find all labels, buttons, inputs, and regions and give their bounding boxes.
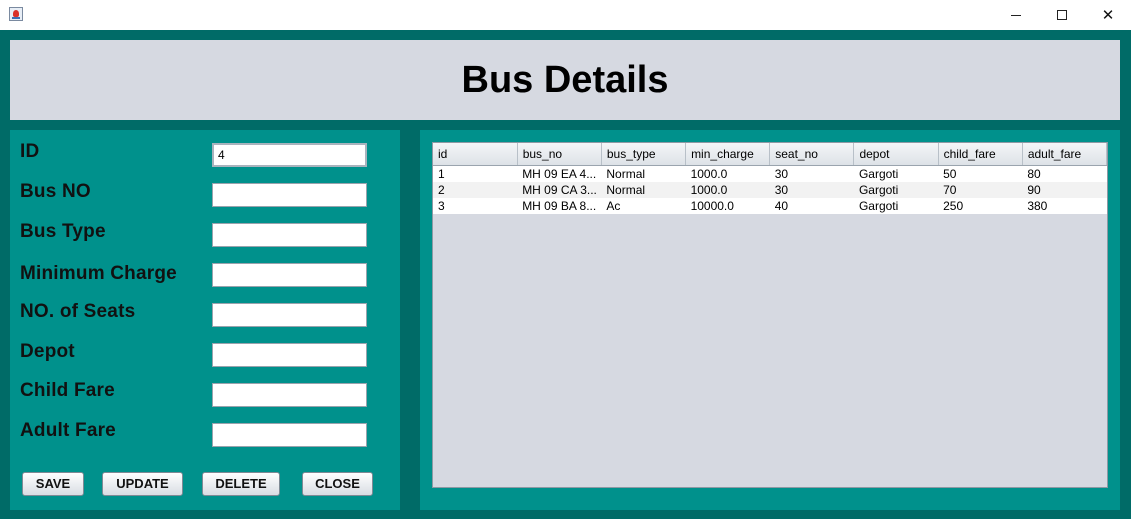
table-cell: 70: [938, 181, 1023, 198]
minimize-button[interactable]: [993, 0, 1039, 30]
bus-type-input[interactable]: [212, 223, 367, 247]
save-button[interactable]: SAVE: [22, 472, 84, 496]
label-depot: Depot: [20, 341, 75, 362]
column-header[interactable]: bus_no: [517, 143, 602, 166]
table-cell: 1000.0: [685, 165, 770, 182]
table-cell: Gargoti: [853, 165, 939, 182]
table-cell: 380: [1022, 197, 1107, 214]
label-bus-type: Bus Type: [20, 221, 106, 242]
seats-input[interactable]: [212, 303, 367, 327]
table-cell: 90: [1022, 181, 1107, 198]
table-cell: 3: [433, 197, 518, 214]
close-button[interactable]: CLOSE: [302, 472, 373, 496]
table-cell: 80: [1022, 165, 1107, 182]
form-panel: ID Bus NO Bus Type Minimum Charge NO. of…: [10, 130, 400, 510]
maximize-button[interactable]: [1039, 0, 1085, 30]
java-app-icon: [9, 7, 23, 21]
window-title-bar: ✕: [0, 0, 1131, 30]
table-cell: Normal: [601, 181, 686, 198]
column-header[interactable]: child_fare: [938, 143, 1023, 166]
table-cell: 250: [938, 197, 1023, 214]
table-row[interactable]: 1 MH 09 EA 4... Normal 1000.0 30 Gargoti…: [433, 165, 1107, 182]
label-adult-fare: Adult Fare: [20, 420, 116, 441]
column-header[interactable]: seat_no: [769, 143, 855, 166]
label-id: ID: [20, 141, 40, 162]
id-input[interactable]: [212, 143, 367, 167]
minimize-icon: [1011, 14, 1021, 16]
close-icon: ✕: [1101, 5, 1115, 24]
bus-table-scroll-area[interactable]: id bus_no bus_type min_charge seat_no de…: [432, 142, 1108, 488]
table-cell: Ac: [601, 197, 686, 214]
table-cell: 1: [433, 165, 518, 182]
column-header[interactable]: adult_fare: [1022, 143, 1107, 166]
table-cell: Gargoti: [853, 197, 939, 214]
minimum-charge-input[interactable]: [212, 263, 367, 287]
page-title: Bus Details: [461, 58, 669, 101]
table-header-row: id bus_no bus_type min_charge seat_no de…: [433, 143, 1107, 166]
adult-fare-input[interactable]: [212, 423, 367, 447]
table-row[interactable]: 2 MH 09 CA 3... Normal 1000.0 30 Gargoti…: [433, 181, 1107, 198]
table-cell: 1000.0: [685, 181, 770, 198]
close-window-button[interactable]: ✕: [1085, 0, 1131, 30]
table-cell: 40: [769, 197, 854, 214]
table-cell: Gargoti: [853, 181, 939, 198]
column-header[interactable]: min_charge: [685, 143, 771, 166]
depot-input[interactable]: [212, 343, 367, 367]
table-cell: 10000.0: [685, 197, 770, 214]
child-fare-input[interactable]: [212, 383, 367, 407]
bus-no-input[interactable]: [212, 183, 367, 207]
table-cell: 50: [938, 165, 1023, 182]
label-child-fare: Child Fare: [20, 380, 115, 401]
table-panel: id bus_no bus_type min_charge seat_no de…: [420, 130, 1120, 510]
delete-button[interactable]: DELETE: [202, 472, 280, 496]
maximize-icon: [1057, 10, 1067, 20]
column-header[interactable]: id: [433, 143, 518, 166]
table-cell: MH 09 BA 8...: [517, 197, 602, 214]
bus-table: id bus_no bus_type min_charge seat_no de…: [433, 143, 1107, 214]
table-cell: 2: [433, 181, 518, 198]
table-cell: 30: [769, 181, 854, 198]
table-row[interactable]: 3 MH 09 BA 8... Ac 10000.0 40 Gargoti 25…: [433, 197, 1107, 214]
table-cell: MH 09 EA 4...: [517, 165, 602, 182]
update-button[interactable]: UPDATE: [102, 472, 183, 496]
column-header[interactable]: depot: [853, 143, 939, 166]
header-panel: Bus Details: [10, 40, 1120, 120]
main-frame: Bus Details ID Bus NO Bus Type Minimum C…: [0, 30, 1131, 519]
column-header[interactable]: bus_type: [601, 143, 687, 166]
table-cell: Normal: [601, 165, 686, 182]
label-minimum-charge: Minimum Charge: [20, 263, 177, 284]
label-bus-no: Bus NO: [20, 181, 91, 202]
table-cell: MH 09 CA 3...: [517, 181, 602, 198]
label-seats: NO. of Seats: [20, 301, 136, 322]
table-cell: 30: [769, 165, 854, 182]
